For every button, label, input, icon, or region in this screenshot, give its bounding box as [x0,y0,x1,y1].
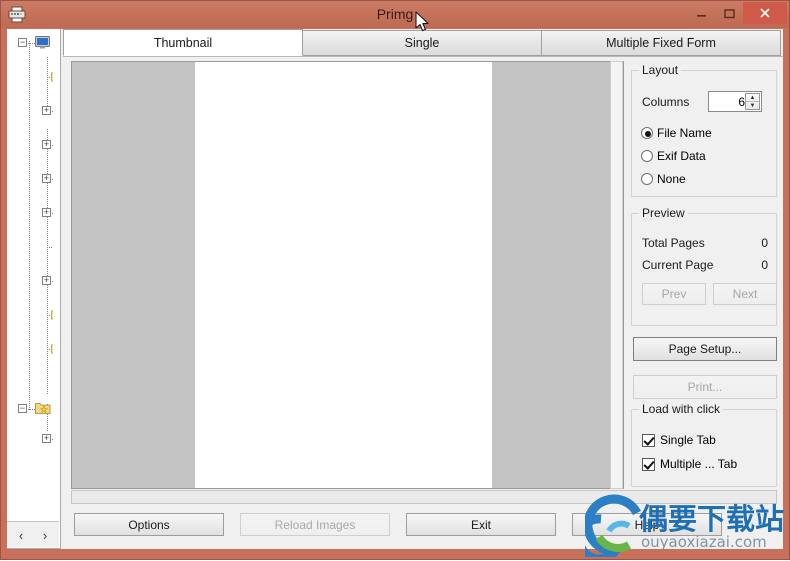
options-panel: Layout Columns 6 ▲ ▼ File Name Exif Data… [631,61,779,541]
preview-page[interactable] [195,62,492,488]
favorites-folder-icon[interactable] [35,401,51,414]
tree-trunk-line [29,41,30,411]
minimize-icon[interactable] [687,2,715,24]
next-page-button[interactable]: Next [713,283,777,305]
prev-page-button[interactable]: Prev [642,283,706,305]
device-icon[interactable] [51,240,53,253]
scroll-right-icon[interactable]: › [34,526,56,544]
radio-label: File Name [657,126,712,140]
preview-left-margin [72,62,195,488]
checkbox-indicator[interactable] [642,434,655,447]
tree-expander[interactable]: + [42,208,51,217]
checkbox-indicator[interactable] [642,458,655,471]
tree-expander[interactable]: + [42,434,51,443]
tree-expander[interactable]: + [42,140,51,149]
load-group-title: Load with click [639,402,724,416]
title-bar: Primg [1,1,789,28]
mouse-cursor [415,11,431,35]
load-with-click-group: Load with click Single Tab Multiple ... … [631,402,777,487]
window-title: Primg [376,6,414,22]
radio-indicator[interactable] [641,127,653,139]
total-pages-label: Total Pages [642,236,705,250]
stepper-up-icon[interactable]: ▲ [746,94,759,102]
layout-group: Layout Columns 6 ▲ ▼ File Name Exif Data… [631,63,777,197]
bottom-button-bar: Options Reload Images Exit Help [63,489,783,549]
tree-expander[interactable]: + [42,174,51,183]
columns-value[interactable]: 6 [711,95,745,109]
tree-expander[interactable]: + [42,276,51,285]
current-page-value: 0 [761,258,768,272]
tree-expander[interactable]: + [42,106,51,115]
radio-label: None [657,172,686,186]
maximize-icon[interactable] [715,2,743,24]
application-window: Primg − + + + + + − + ‹ › Thumbnail Sing… [0,0,790,560]
folder-icon[interactable] [51,71,53,84]
checkbox-label: Multiple ... Tab [660,457,738,471]
scroll-left-icon[interactable]: ‹ [10,526,32,544]
computer-icon[interactable] [35,36,50,49]
client-area: − + + + + + − + ‹ › Thumbnail Single Mul… [7,29,783,549]
tree-connector [52,213,53,214]
tree-connector [52,145,53,146]
stepper-buttons[interactable]: ▲ ▼ [745,93,760,110]
tree-connector [52,439,53,440]
thumbnail-preview-area[interactable] [71,61,624,489]
stepper-down-icon[interactable]: ▼ [746,102,759,110]
print-button[interactable]: Print... [633,375,777,399]
total-pages-value: 0 [761,236,768,250]
layout-group-title: Layout [639,63,682,77]
tree-connector [52,281,53,282]
radio-indicator[interactable] [641,173,653,185]
help-button[interactable]: Help [572,513,722,536]
columns-stepper[interactable]: 6 ▲ ▼ [708,91,762,112]
folder-tree[interactable]: − + + + + + − + [7,29,53,521]
tree-expander[interactable]: − [18,404,27,413]
progress-bar [71,490,777,504]
folder-tree-panel[interactable]: − + + + + + − + ‹ › [7,29,61,549]
folder-icon[interactable] [51,343,53,356]
preview-right-margin [492,62,623,488]
radio-label: Exif Data [657,149,706,163]
columns-label: Columns [642,95,690,109]
radio-indicator[interactable] [641,150,653,162]
tree-horizontal-scrollbar[interactable]: ‹ › [7,521,59,547]
preview-group-title: Preview [639,206,688,220]
options-button[interactable]: Options [74,513,224,536]
folder-icon[interactable] [51,309,53,322]
preview-vertical-scrollbar[interactable] [610,61,623,489]
page-setup-button[interactable]: Page Setup... [633,337,777,361]
exit-button[interactable]: Exit [406,513,556,536]
close-icon[interactable] [743,2,787,24]
tree-connector [52,179,53,180]
tab-content-thumbnail: Layout Columns 6 ▲ ▼ File Name Exif Data… [63,56,783,549]
tree-expander[interactable]: − [18,38,27,47]
tree-connector [52,111,53,112]
tree-branch-line [47,129,48,394]
reload-images-button[interactable]: Reload Images [240,513,390,536]
current-page-label: Current Page [642,258,714,272]
tab-thumbnail[interactable]: Thumbnail [63,29,303,56]
checkbox-label: Single Tab [660,433,716,447]
preview-group: Preview Total Pages 0 Current Page 0 [631,206,777,326]
tab-multiple-fixed-form[interactable]: Multiple Fixed Form [541,30,781,56]
